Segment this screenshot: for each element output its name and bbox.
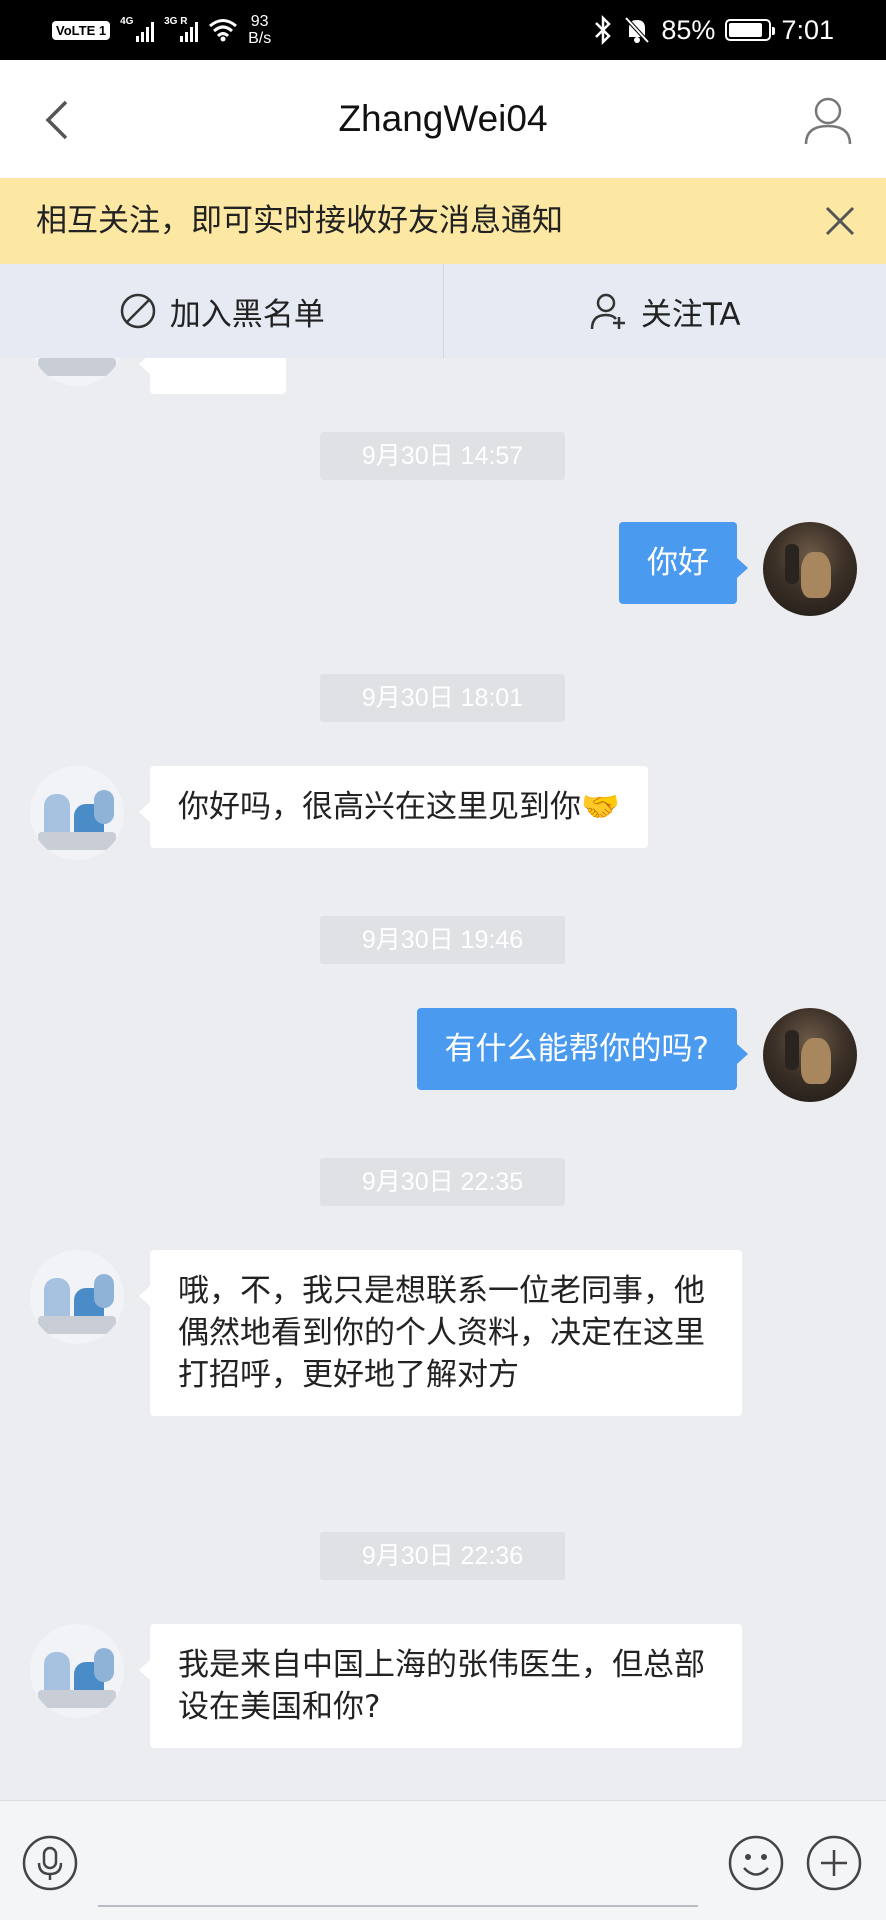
banner-text: 相互关注，即可实时接收好友消息通知: [36, 203, 563, 239]
cell-signal-icon: 4G: [120, 16, 155, 44]
message-timestamp: 9月30日 19:46: [320, 916, 565, 964]
clock: 7:01: [781, 14, 834, 45]
volte-badge: VoLTE 1: [52, 20, 111, 40]
user-icon[interactable]: [802, 94, 854, 146]
my-avatar[interactable]: [763, 522, 857, 616]
block-label: 加入黑名单: [169, 296, 325, 333]
network-speed: 93 B/s: [248, 13, 271, 47]
incoming-message[interactable]: 你好吗，很高兴在这里见到你🤝: [139, 766, 648, 848]
message-timestamp: 9月30日 22:35: [320, 1158, 565, 1206]
emoji-icon[interactable]: [728, 1835, 784, 1891]
outgoing-message[interactable]: 你好: [619, 522, 748, 604]
chat-header: ZhangWei04: [0, 60, 886, 178]
action-bar: 加入黑名单 关注TA: [0, 264, 886, 358]
page-title: ZhangWei04: [338, 98, 548, 139]
network-type-label: 4G: [120, 16, 134, 27]
incoming-message[interactable]: 我是来自中国上海的张伟医生，但总部设在美国和你?: [139, 1624, 742, 1748]
status-right: 85% 7:01: [593, 10, 834, 50]
message-timestamp: 9月30日 14:57: [320, 432, 565, 480]
speed-value: 93: [250, 13, 269, 30]
message-timestamp: 9月30日 22:36: [320, 1532, 565, 1580]
status-bar: VoLTE 1 4G 3G R 93 B/s 85% 7:01: [0, 0, 886, 60]
wifi-icon: [209, 19, 238, 42]
speed-unit: B/s: [248, 30, 272, 47]
microphone-icon[interactable]: [22, 1835, 78, 1891]
incoming-message[interactable]: 哦，不，我只是想联系一位老同事，他偶然地看到你的个人资料，决定在这里打招呼，更好…: [139, 1250, 742, 1416]
status-left: VoLTE 1 4G 3G R 93 B/s: [52, 10, 271, 50]
follow-button[interactable]: 关注TA: [444, 264, 886, 358]
message-bubble-partial[interactable]: [139, 358, 286, 394]
battery-percentage: 85%: [661, 14, 716, 45]
message-timestamp: 9月30日 18:01: [320, 674, 565, 722]
silent-icon: [624, 16, 650, 44]
close-icon[interactable]: [818, 199, 862, 243]
bluetooth-icon: [595, 15, 612, 45]
battery-icon: [725, 19, 776, 41]
add-user-icon: [590, 293, 625, 330]
message-input[interactable]: [98, 1827, 698, 1907]
block-button[interactable]: 加入黑名单: [0, 264, 444, 358]
follow-notice-banner: 相互关注，即可实时接收好友消息通知: [0, 178, 886, 264]
outgoing-message[interactable]: 有什么能帮你的吗?: [416, 1008, 749, 1090]
cell-signal-icon: 3G R: [164, 16, 199, 44]
contact-avatar[interactable]: [30, 1624, 124, 1718]
input-bar: [0, 1800, 886, 1920]
contact-avatar[interactable]: [30, 1250, 124, 1344]
contact-avatar[interactable]: [30, 766, 124, 860]
message-list[interactable]: 9月30日 14:57 你好 9月30日 18:01 你好吗，很高兴在这里见到你…: [0, 358, 886, 1800]
plus-icon[interactable]: [806, 1835, 862, 1891]
my-avatar[interactable]: [763, 1008, 857, 1102]
contact-avatar[interactable]: [30, 358, 124, 386]
follow-label: 关注TA: [640, 296, 741, 333]
block-icon: [120, 293, 155, 329]
